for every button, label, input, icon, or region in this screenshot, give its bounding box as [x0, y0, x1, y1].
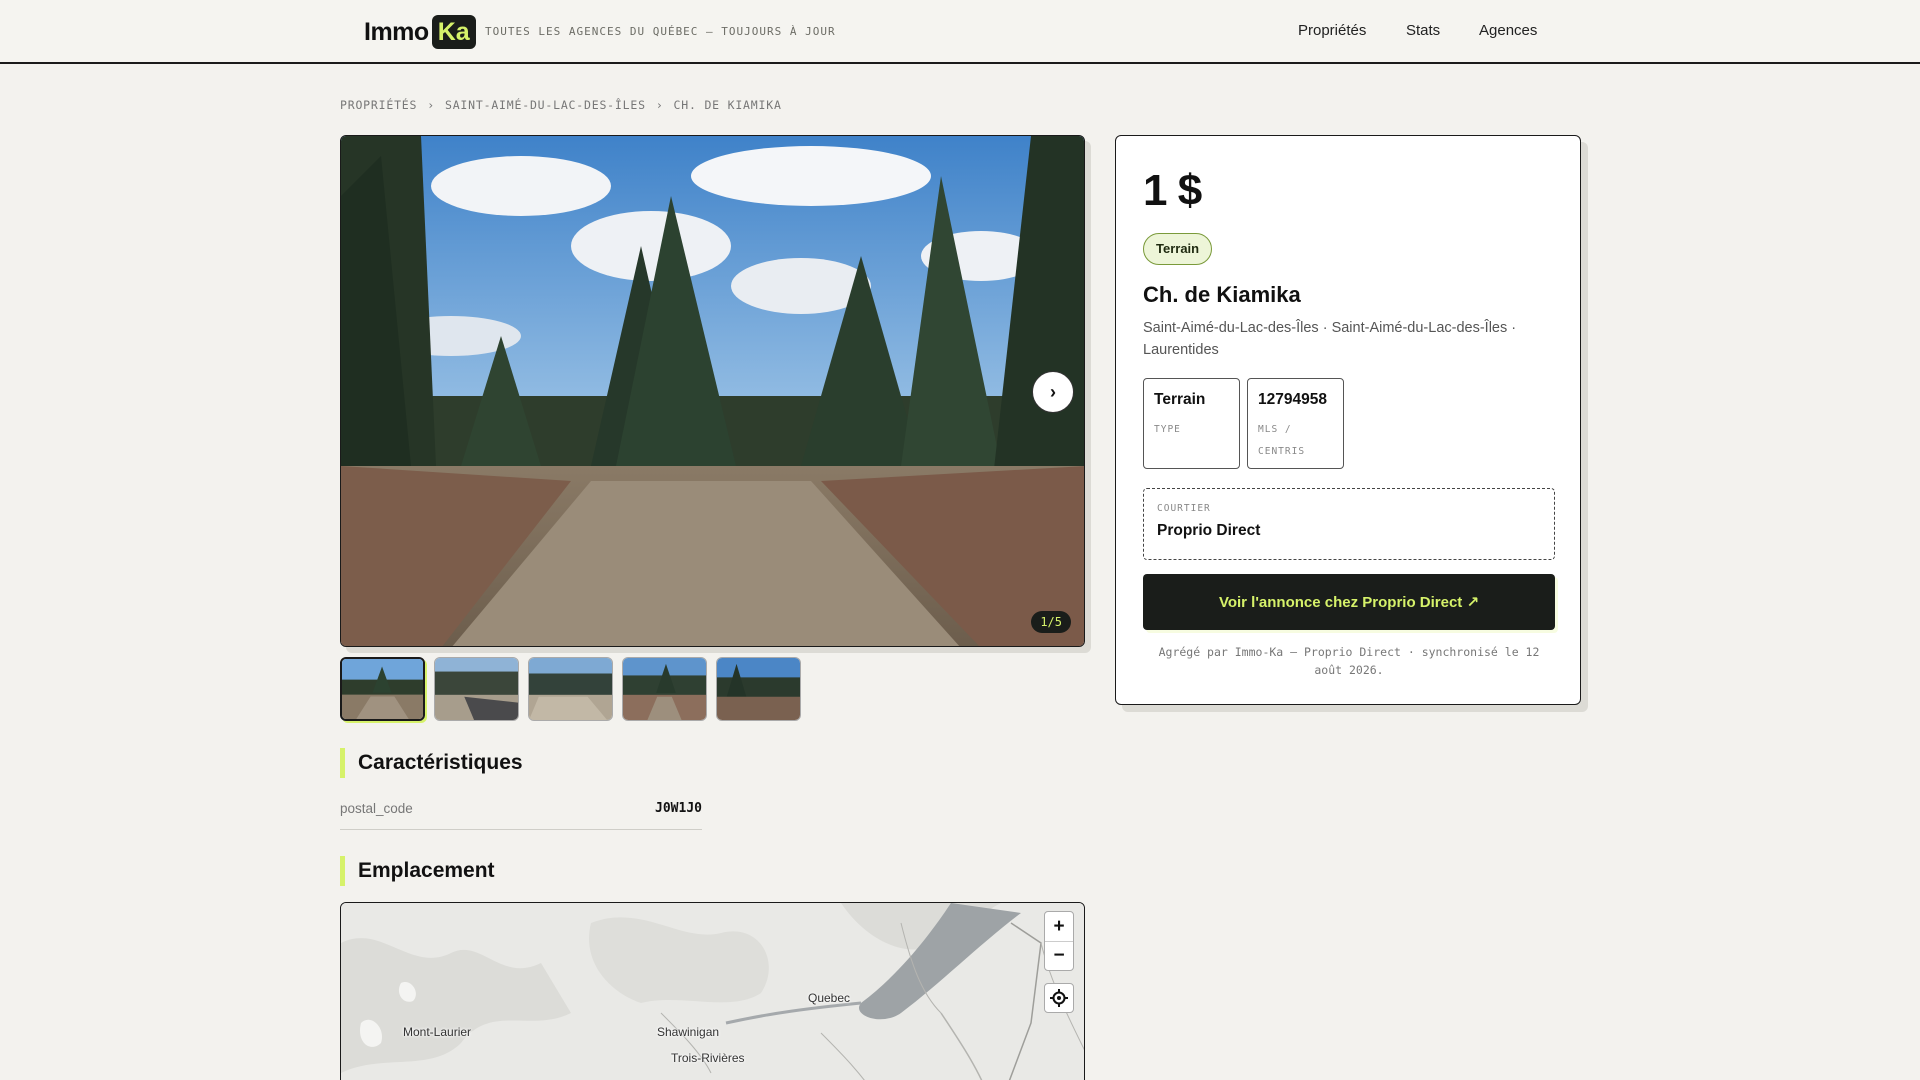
- breadcrumb-item-proprietes[interactable]: PROPRIÉTÉS: [340, 98, 417, 112]
- view-listing-button[interactable]: Voir l'annonce chez Proprio Direct ↗: [1143, 574, 1555, 630]
- thumbnail-4[interactable]: [622, 657, 707, 721]
- spec-row-postal-code: postal_code J0W1J0: [340, 797, 702, 830]
- nav-link-stats[interactable]: Stats: [1406, 22, 1440, 39]
- sync-footnote: Agrégé par Immo-Ka — Proprio Direct · sy…: [1158, 645, 1540, 677]
- stat-label: MLS / CENTRIS: [1258, 424, 1306, 457]
- stat-value: 12794958: [1258, 391, 1327, 408]
- listing-title: Ch. de Kiamika: [1143, 282, 1301, 307]
- breadcrumb-item-current: CH. DE KIAMIKA: [673, 98, 782, 112]
- breadcrumb-item-city[interactable]: SAINT-AIMÉ-DU-LAC-DES-ÎLES: [445, 98, 646, 112]
- location-heading: Emplacement: [340, 856, 495, 886]
- map-city-label: Quebec: [808, 991, 851, 1005]
- thumbnail-2[interactable]: [434, 657, 519, 721]
- broker-box: COURTIER Proprio Direct: [1143, 488, 1555, 560]
- listing-price: 1 $: [1143, 166, 1202, 215]
- tagline: TOUTES LES AGENCES DU QUÉBEC — TOUJOURS …: [485, 25, 836, 38]
- thumbnail-1[interactable]: [340, 657, 425, 721]
- zoom-in-button[interactable]: +: [1045, 912, 1073, 941]
- property-type-badge: Terrain: [1143, 233, 1213, 265]
- main-photo[interactable]: [341, 136, 1085, 647]
- stat-type: Terrain TYPE: [1143, 378, 1240, 469]
- characteristics-heading: Caractéristiques: [340, 748, 523, 778]
- top-bar: Immo Ka TOUTES LES AGENCES DU QUÉBEC — T…: [0, 0, 1920, 64]
- photo-gallery: › 1/5: [340, 135, 1085, 647]
- stat-label: TYPE: [1154, 424, 1181, 435]
- thumbnail-3[interactable]: [528, 657, 613, 721]
- nav-link-proprietes[interactable]: Propriétés: [1298, 22, 1366, 39]
- spec-value: J0W1J0: [655, 801, 702, 816]
- map-city-label: Trois-Rivières: [671, 1051, 745, 1065]
- logo[interactable]: Immo Ka: [364, 15, 476, 49]
- logo-badge: Ka: [431, 15, 476, 49]
- listing-card: 1 $ Terrain Ch. de Kiamika Saint-Aimé-du…: [1115, 135, 1581, 705]
- broker-label: COURTIER: [1157, 503, 1211, 514]
- photo-counter: 1/5: [1031, 611, 1071, 633]
- logo-text: Immo: [364, 17, 429, 46]
- breadcrumb-separator: ›: [655, 98, 664, 112]
- zoom-out-button[interactable]: −: [1045, 941, 1073, 970]
- breadcrumb: PROPRIÉTÉS › SAINT-AIMÉ-DU-LAC-DES-ÎLES …: [340, 98, 782, 112]
- listing-location: Saint-Aimé-du-Lac-des-Îles · Saint-Aimé-…: [1143, 320, 1517, 358]
- map-city-label: Mont-Laurier: [403, 1025, 472, 1039]
- map-zoom-control: + −: [1044, 911, 1074, 971]
- map-city-label: Shawinigan: [657, 1025, 720, 1039]
- broker-name: Proprio Direct: [1157, 522, 1261, 539]
- stat-value: Terrain: [1154, 391, 1206, 408]
- thumbnail-5[interactable]: [716, 657, 801, 721]
- stat-mls: 12794958 MLS / CENTRIS: [1247, 378, 1344, 469]
- next-photo-button[interactable]: ›: [1032, 371, 1074, 413]
- locate-button[interactable]: [1044, 983, 1074, 1013]
- spec-key: postal_code: [340, 801, 413, 816]
- nav-link-agences[interactable]: Agences: [1479, 22, 1537, 39]
- crosshair-icon: [1050, 989, 1068, 1007]
- breadcrumb-separator: ›: [427, 98, 435, 112]
- thumbnail-strip: [340, 657, 801, 721]
- location-map[interactable]: Mont-Laurier Shawinigan Trois-Rivières Q…: [340, 902, 1085, 1080]
